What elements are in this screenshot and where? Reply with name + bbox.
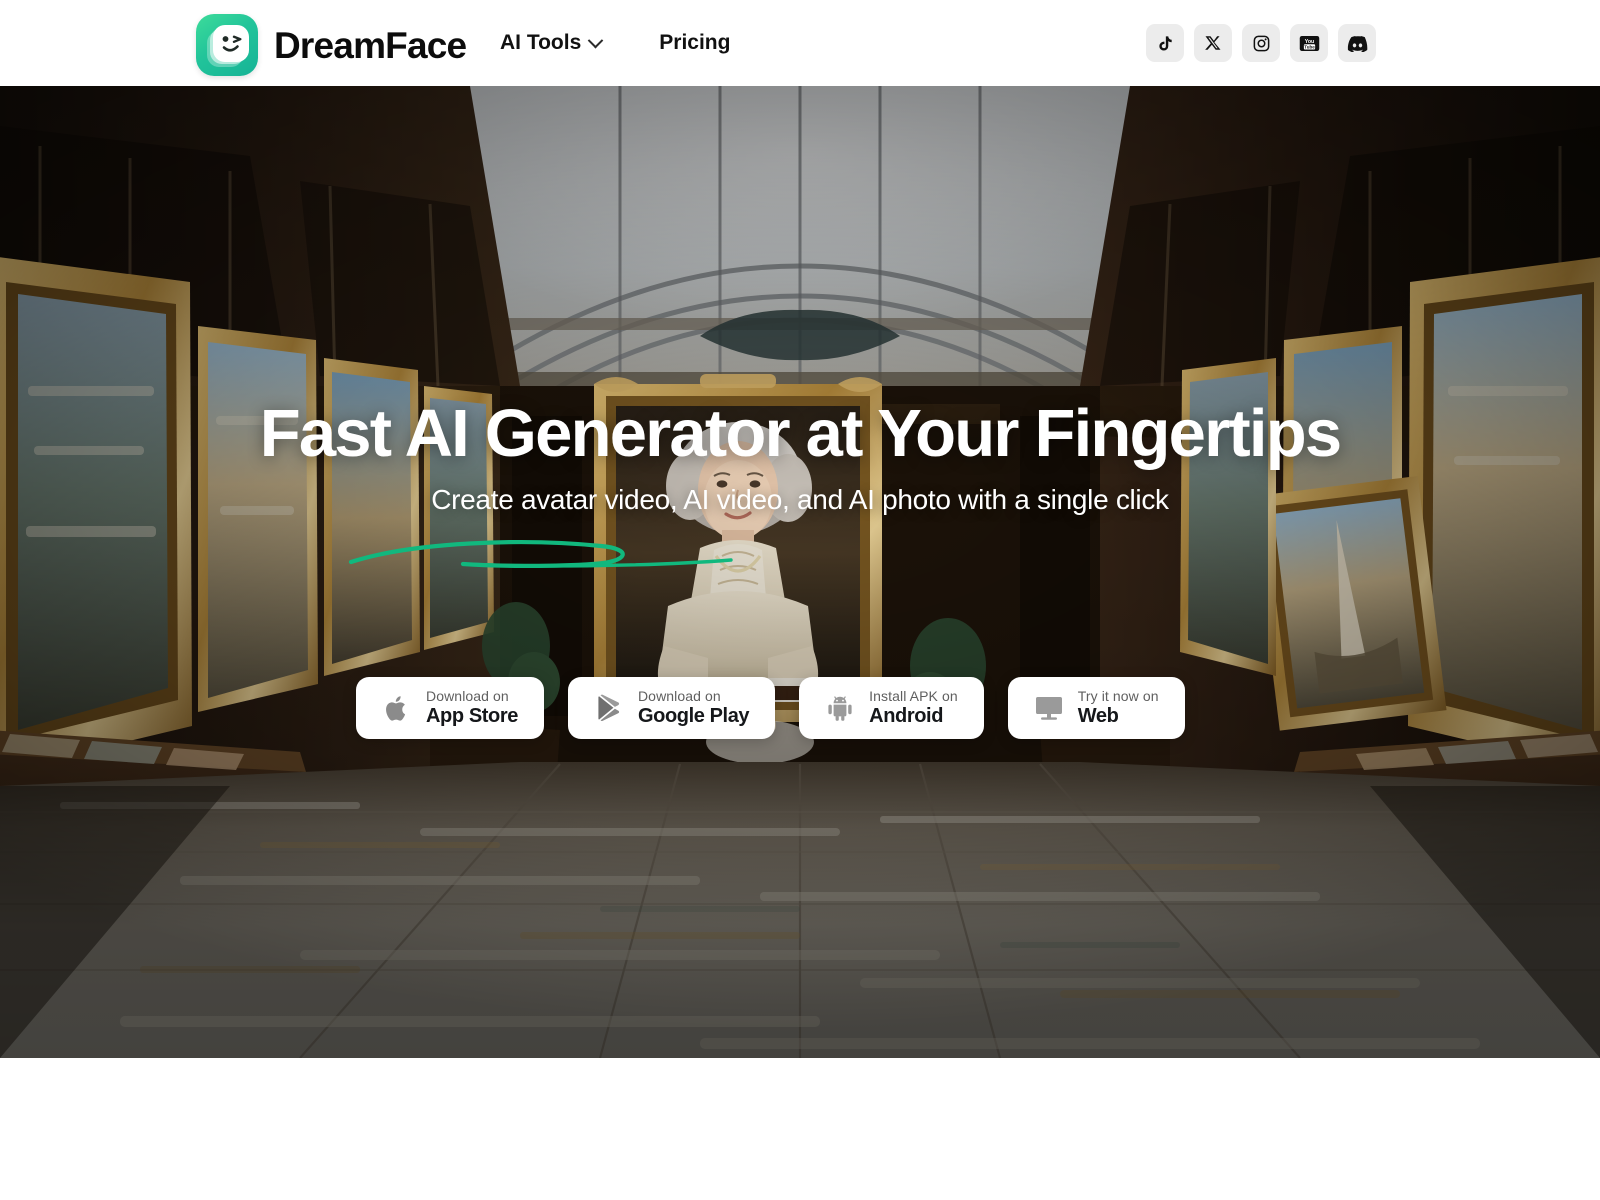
install-apk-android-button[interactable]: Install APK on Android (799, 677, 984, 739)
google-play-icon (594, 693, 624, 723)
try-on-web-top-label: Try it now on (1077, 687, 1159, 704)
download-app-store-bottom-label: App Store (426, 704, 518, 727)
try-on-web-button[interactable]: Try it now on Web (1007, 677, 1185, 739)
site-header: DreamFace AI Tools Pricing You Tube (0, 0, 1600, 86)
primary-nav: AI Tools Pricing (500, 0, 730, 86)
instagram-icon (1253, 35, 1269, 51)
try-on-web-bottom-label: Web (1077, 704, 1119, 727)
hero-subheadline: Create avatar video, AI video, and AI ph… (431, 484, 1169, 515)
x-twitter-icon (1205, 36, 1221, 50)
monitor-icon (1034, 693, 1064, 723)
youtube-icon: You Tube (1299, 35, 1319, 51)
download-app-store-button[interactable]: Download on App Store (356, 677, 544, 739)
social-link-youtube[interactable]: You Tube (1290, 24, 1328, 62)
nav-item-ai-tools-label: AI Tools (500, 31, 582, 54)
nav-item-pricing-label: Pricing (659, 31, 731, 54)
brand-logo-link[interactable]: DreamFace (196, 14, 467, 76)
download-app-store-top-label: Download on (426, 687, 509, 704)
page-body-below-hero (0, 1058, 1600, 1200)
apple-icon (382, 693, 412, 723)
download-button-row: Download on App Store Download on Google… (356, 677, 1185, 739)
download-google-play-bottom-label: Google Play (637, 704, 750, 727)
android-icon (825, 693, 855, 723)
brand-name: DreamFace (274, 24, 467, 66)
install-apk-android-bottom-label: Android (869, 704, 944, 727)
dreamface-winking-face-logo-icon (196, 14, 258, 76)
nav-item-pricing[interactable]: Pricing (659, 31, 730, 55)
social-link-x[interactable] (1194, 24, 1232, 62)
hero-content: Fast AI Generator at Your Fingertips Cre… (0, 86, 1600, 1058)
social-link-discord[interactable] (1338, 24, 1376, 62)
headline-accent-swoosh (348, 540, 733, 568)
tiktok-icon (1158, 35, 1172, 51)
social-link-tiktok[interactable] (1146, 24, 1184, 62)
discord-icon (1347, 35, 1367, 52)
hero-headline: Fast AI Generator at Your Fingertips (259, 396, 1342, 471)
hero-section: Fast AI Generator at Your Fingertips Cre… (0, 86, 1600, 1058)
download-google-play-top-label: Download on (637, 687, 721, 704)
download-google-play-button[interactable]: Download on Google Play (567, 677, 776, 739)
svg-text:Tube: Tube (1304, 44, 1315, 49)
svg-text:You: You (1304, 38, 1314, 44)
chevron-down-icon (588, 32, 604, 48)
install-apk-android-top-label: Install APK on (869, 687, 958, 704)
social-links: You Tube (1146, 0, 1376, 86)
social-link-instagram[interactable] (1242, 24, 1280, 62)
nav-item-ai-tools[interactable]: AI Tools (500, 31, 604, 55)
